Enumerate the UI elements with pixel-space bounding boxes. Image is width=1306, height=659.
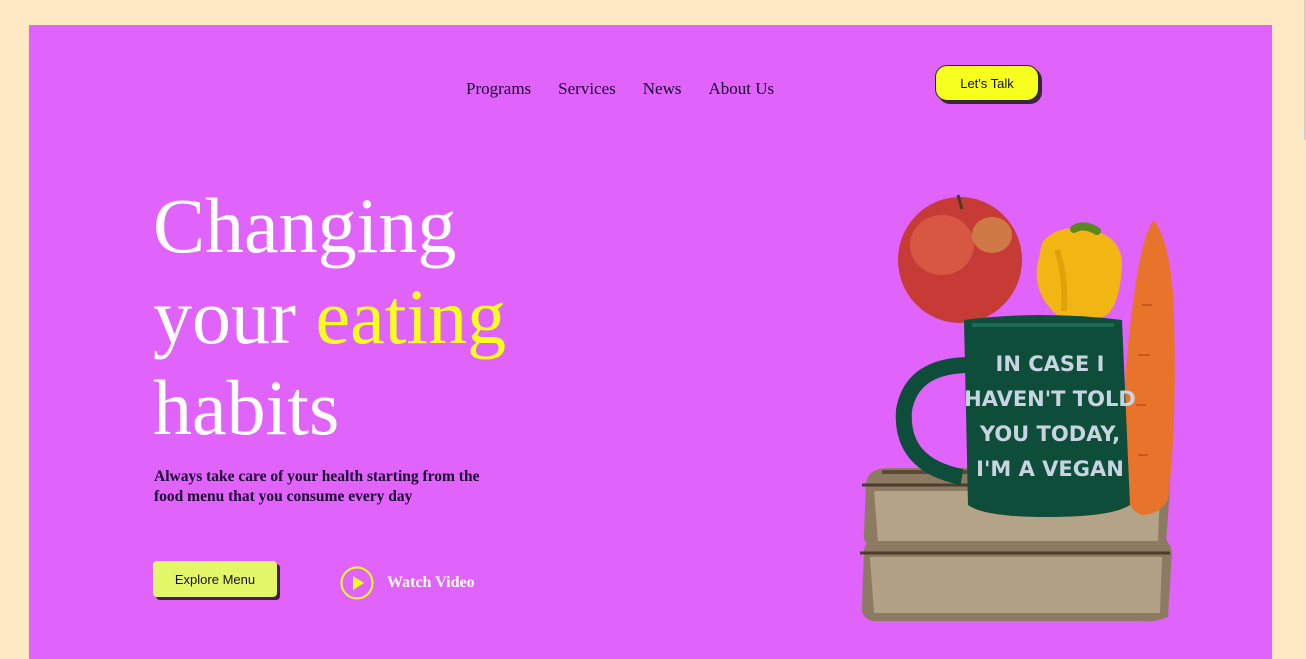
nav-item-programs[interactable]: Programs [466,79,531,99]
hero-headline: Changing your eating habits [153,180,506,453]
pepper-image [1036,222,1122,320]
watch-video-link[interactable]: Watch Video [340,566,475,600]
headline-accent-word: eating [315,273,507,360]
mug-text-line-1: IN CASE I [996,352,1105,376]
nav-item-services[interactable]: Services [558,79,616,99]
mug-text-line-3: YOU TODAY, [979,422,1120,446]
headline-line-3: habits [153,364,340,451]
hero-illustration: IN CASE I HAVEN'T TOLD YOU TODAY, I'M A … [860,194,1175,622]
mug-text-line-4: I'M A VEGAN [976,457,1124,481]
mug-handle [895,357,971,485]
play-icon [340,566,374,600]
watch-video-label: Watch Video [387,574,475,591]
nav-item-news[interactable]: News [643,79,682,99]
headline-line-1: Changing [153,182,457,269]
mug-text-line-2: HAVEN'T TOLD [964,387,1136,411]
hero-section: Programs Services News About Us Let's Ta… [29,25,1272,659]
headline-line-2-prefix: your [153,273,316,360]
mug-image [964,315,1130,517]
main-nav: Programs Services News About Us [466,79,774,99]
carrot-image [1123,220,1175,515]
lets-talk-button[interactable]: Let's Talk [935,65,1039,101]
apple-image [898,194,1022,323]
explore-menu-button[interactable]: Explore Menu [153,561,277,597]
nav-item-about-us[interactable]: About Us [708,79,774,99]
hero-subtext: Always take care of your health starting… [154,468,480,505]
